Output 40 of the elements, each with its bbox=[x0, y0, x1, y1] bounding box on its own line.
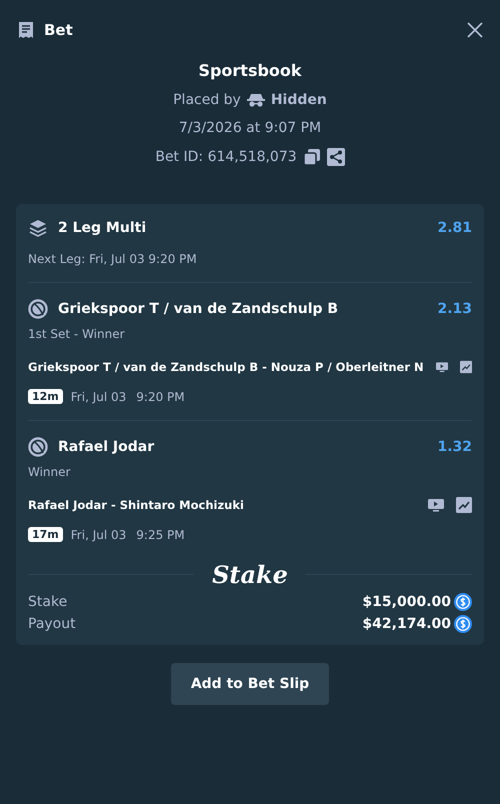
total-label: Payout bbox=[28, 616, 77, 632]
multi-title: 2 Leg Multi bbox=[58, 220, 148, 236]
total-odds: 2.81 bbox=[437, 220, 472, 236]
event-time: 9:20 PM bbox=[136, 390, 185, 404]
dollar-coin-icon bbox=[454, 593, 472, 611]
market-name: 1st Set - Winner bbox=[28, 327, 126, 341]
total-amount: $42,174.00 bbox=[362, 616, 451, 632]
user-name: Hidden bbox=[270, 92, 327, 108]
stats-icon[interactable] bbox=[456, 497, 472, 513]
layers-icon bbox=[28, 218, 48, 238]
leg-odds: 1.32 bbox=[437, 439, 472, 455]
add-to-bet-slip-button[interactable]: Add to Bet Slip bbox=[170, 663, 330, 705]
next-leg: Next Leg: Fri, Jul 03 9:20 PM bbox=[28, 252, 198, 266]
leg-odds: 2.13 bbox=[437, 301, 472, 317]
total-amount: $15,000.00 bbox=[362, 594, 451, 610]
selection-name: Griekspoor T / van de Zandschulp B bbox=[58, 301, 340, 317]
countdown-badge: 12m bbox=[28, 389, 63, 404]
bet-id: Bet ID: 614,518,073 bbox=[155, 149, 297, 165]
event-time: 9:25 PM bbox=[136, 528, 185, 542]
share-button[interactable] bbox=[326, 148, 345, 166]
market-name: Winner bbox=[28, 465, 72, 479]
sportsbook-title: Sportsbook bbox=[198, 61, 302, 80]
event-date: Fri, Jul 03 bbox=[70, 390, 126, 404]
copy-button[interactable] bbox=[302, 148, 321, 166]
incognito-icon bbox=[246, 93, 265, 107]
dialog-title: Bet bbox=[44, 21, 74, 39]
countdown-badge: 17m bbox=[28, 527, 63, 542]
close-button[interactable] bbox=[466, 21, 484, 39]
event-name[interactable]: Rafael Jodar - Shintaro Mochizuki bbox=[28, 498, 416, 512]
event-name[interactable]: Griekspoor T / van de Zandschulp B - Nouza P / Oberleitner N bbox=[28, 360, 424, 374]
stats-icon[interactable] bbox=[460, 359, 472, 375]
placed-by-label: Placed by bbox=[173, 92, 241, 108]
live-stream-icon[interactable] bbox=[428, 497, 444, 513]
selection-name: Rafael Jodar bbox=[58, 439, 156, 455]
event-date: Fri, Jul 03 bbox=[70, 528, 126, 542]
placed-date: 7/3/2026 at 9:07 PM bbox=[178, 120, 322, 136]
brand-logo: Stake bbox=[212, 560, 288, 589]
total-label: Stake bbox=[28, 594, 68, 610]
dollar-coin-icon bbox=[454, 615, 472, 633]
receipt-icon bbox=[16, 20, 36, 40]
